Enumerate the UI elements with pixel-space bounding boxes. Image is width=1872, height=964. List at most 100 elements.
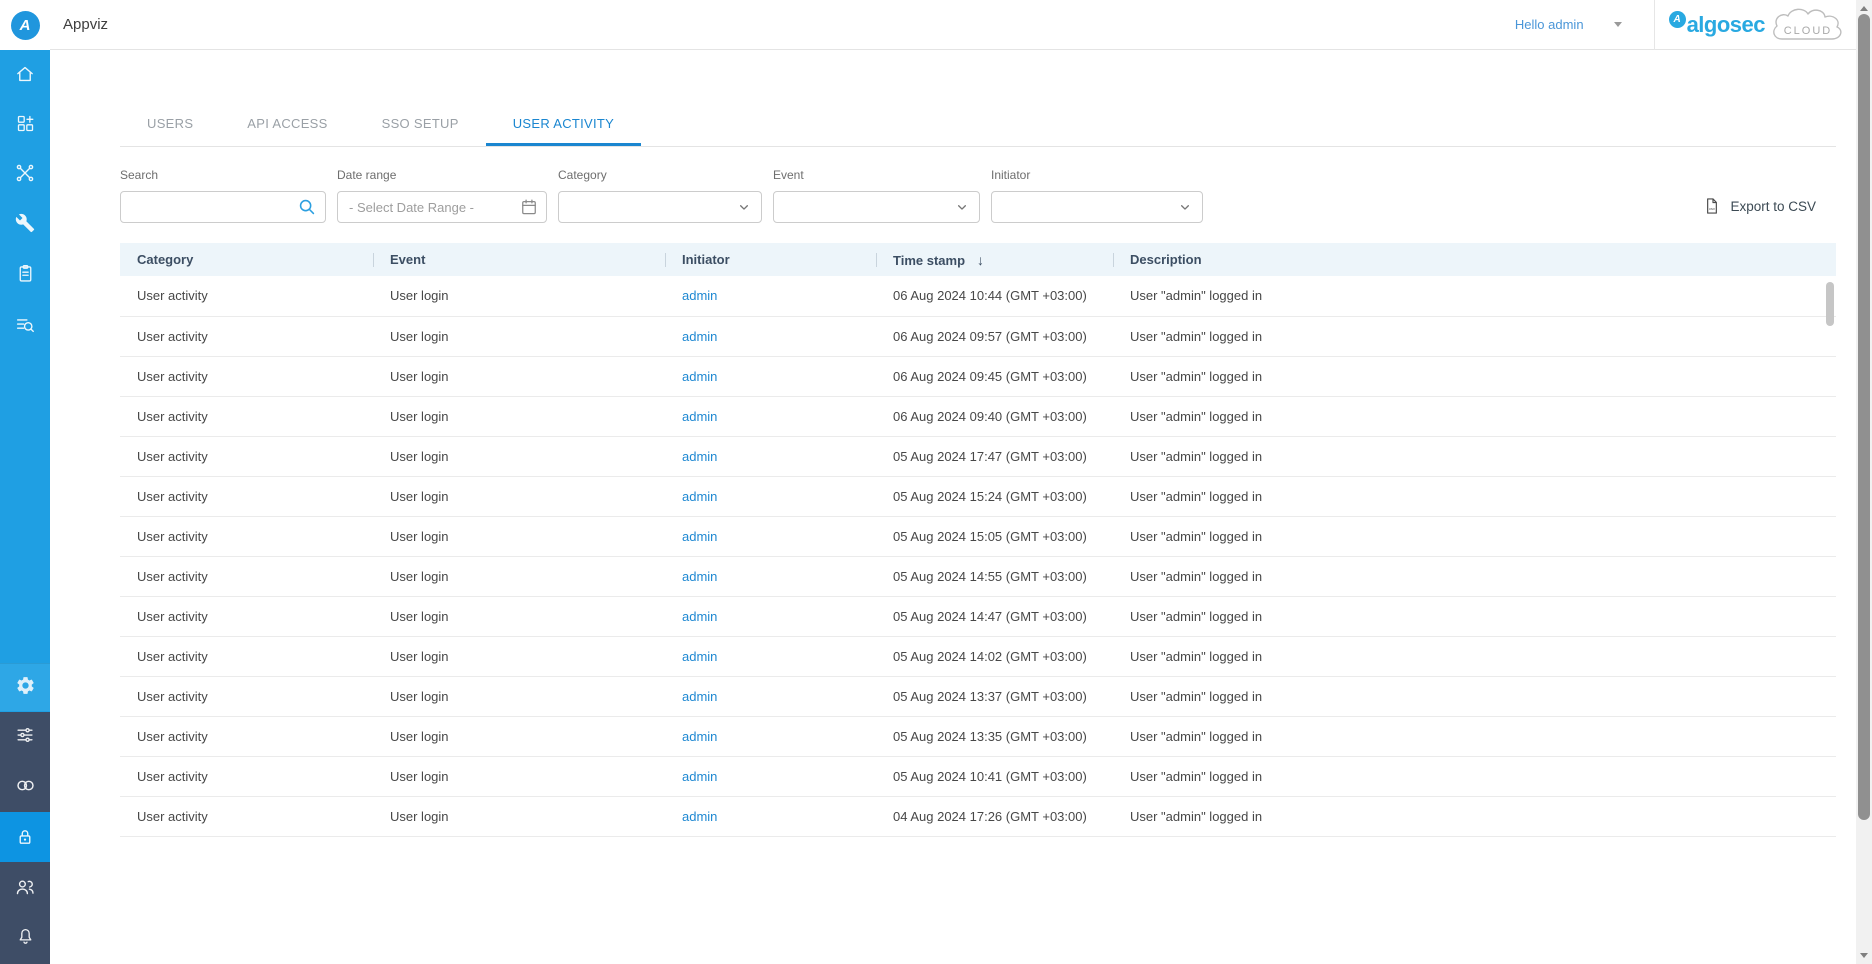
cell-category: User activity bbox=[120, 756, 373, 796]
initiator-link[interactable]: admin bbox=[682, 609, 717, 624]
initiator-link[interactable]: admin bbox=[682, 569, 717, 584]
sidebar-item-tools[interactable] bbox=[0, 199, 50, 247]
cell-timestamp: 05 Aug 2024 14:47 (GMT +03:00) bbox=[876, 596, 1113, 636]
table-row[interactable]: User activity User login admin 05 Aug 20… bbox=[120, 556, 1836, 596]
initiator-link[interactable]: admin bbox=[682, 529, 717, 544]
sidebar-item-integrations[interactable] bbox=[0, 761, 50, 809]
table-row[interactable]: User activity User login admin 05 Aug 20… bbox=[120, 476, 1836, 516]
sidebar-item-preferences[interactable] bbox=[0, 711, 50, 759]
table-row[interactable]: User activity User login admin 06 Aug 20… bbox=[120, 356, 1836, 396]
user-menu[interactable]: Hello admin bbox=[1515, 17, 1584, 32]
tab-users[interactable]: USERS bbox=[120, 105, 220, 146]
search-icon[interactable] bbox=[296, 196, 318, 223]
initiator-link[interactable]: admin bbox=[682, 449, 717, 464]
cell-description: User "admin" logged in bbox=[1113, 276, 1836, 316]
sliders-icon bbox=[14, 724, 36, 746]
cell-timestamp: 05 Aug 2024 17:47 (GMT +03:00) bbox=[876, 436, 1113, 476]
initiator-link[interactable]: admin bbox=[682, 489, 717, 504]
table-row[interactable]: User activity User login admin 05 Aug 20… bbox=[120, 636, 1836, 676]
cell-description: User "admin" logged in bbox=[1113, 596, 1836, 636]
initiator-label: Initiator bbox=[991, 168, 1203, 182]
cell-event: User login bbox=[373, 716, 665, 756]
scroll-up-icon[interactable] bbox=[1860, 6, 1868, 11]
initiator-link[interactable]: admin bbox=[682, 809, 717, 824]
cell-event: User login bbox=[373, 516, 665, 556]
main-content: USERS API ACCESS SSO SETUP USER ACTIVITY… bbox=[50, 50, 1856, 964]
tab-sso-setup[interactable]: SSO SETUP bbox=[355, 105, 486, 146]
app-window: A bbox=[0, 0, 1872, 964]
initiator-link[interactable]: admin bbox=[682, 288, 717, 303]
tab-user-activity[interactable]: USER ACTIVITY bbox=[486, 105, 641, 146]
cell-event: User login bbox=[373, 436, 665, 476]
initiator-link[interactable]: admin bbox=[682, 329, 717, 344]
cell-description: User "admin" logged in bbox=[1113, 516, 1836, 556]
cell-category: User activity bbox=[120, 276, 373, 316]
table-row[interactable]: User activity User login admin 06 Aug 20… bbox=[120, 316, 1836, 356]
table-row[interactable]: User activity User login admin 06 Aug 20… bbox=[120, 276, 1836, 316]
activity-table-body: User activity User login admin 06 Aug 20… bbox=[120, 276, 1836, 836]
cell-timestamp: 05 Aug 2024 14:02 (GMT +03:00) bbox=[876, 636, 1113, 676]
sidebar-item-security[interactable] bbox=[0, 813, 50, 861]
cell-timestamp: 06 Aug 2024 10:44 (GMT +03:00) bbox=[876, 276, 1113, 316]
window-scrollbar-thumb[interactable] bbox=[1858, 14, 1870, 820]
initiator-link[interactable]: admin bbox=[682, 369, 717, 384]
tab-bar: USERS API ACCESS SSO SETUP USER ACTIVITY bbox=[120, 105, 1836, 147]
apps-icon bbox=[15, 113, 36, 134]
network-map-icon bbox=[14, 162, 36, 184]
sidebar-item-apps[interactable] bbox=[0, 99, 50, 147]
page-title: Appviz bbox=[50, 16, 108, 33]
date-range-label: Date range bbox=[337, 168, 547, 182]
category-label: Category bbox=[558, 168, 762, 182]
cell-timestamp: 06 Aug 2024 09:57 (GMT +03:00) bbox=[876, 316, 1113, 356]
event-select[interactable] bbox=[773, 191, 980, 223]
col-header-initiator[interactable]: Initiator bbox=[665, 243, 876, 276]
sidebar-item-network-map[interactable] bbox=[0, 149, 50, 197]
cell-timestamp: 04 Aug 2024 17:26 (GMT +03:00) bbox=[876, 796, 1113, 836]
svg-text:csv: csv bbox=[1710, 207, 1716, 211]
sidebar-item-reports[interactable] bbox=[0, 249, 50, 297]
cell-event: User login bbox=[373, 676, 665, 716]
initiator-link[interactable]: admin bbox=[682, 409, 717, 424]
cell-timestamp: 05 Aug 2024 13:35 (GMT +03:00) bbox=[876, 716, 1113, 756]
cell-category: User activity bbox=[120, 796, 373, 836]
table-row[interactable]: User activity User login admin 05 Aug 20… bbox=[120, 596, 1836, 636]
user-menu-caret-icon[interactable] bbox=[1614, 22, 1622, 27]
sidebar-item-users[interactable] bbox=[0, 863, 50, 911]
initiator-link[interactable]: admin bbox=[682, 689, 717, 704]
initiator-link[interactable]: admin bbox=[682, 769, 717, 784]
chevron-down-icon bbox=[734, 197, 754, 222]
date-range-input[interactable] bbox=[337, 191, 547, 223]
col-header-event[interactable]: Event bbox=[373, 243, 665, 276]
scroll-down-icon[interactable] bbox=[1860, 953, 1868, 958]
table-row[interactable]: User activity User login admin 06 Aug 20… bbox=[120, 396, 1836, 436]
table-scrollbar-thumb[interactable] bbox=[1826, 282, 1834, 326]
sidebar-item-home[interactable] bbox=[0, 50, 50, 98]
cell-timestamp: 05 Aug 2024 15:05 (GMT +03:00) bbox=[876, 516, 1113, 556]
app-logo[interactable]: A bbox=[0, 0, 50, 50]
tab-api-access[interactable]: API ACCESS bbox=[220, 105, 354, 146]
sort-desc-icon[interactable]: ↓ bbox=[977, 252, 984, 268]
sidebar-item-notifications[interactable] bbox=[0, 911, 50, 959]
col-header-timestamp[interactable]: Time stamp↓ bbox=[876, 243, 1113, 276]
brand-name: algosec bbox=[1687, 12, 1765, 38]
sidebar-item-settings[interactable] bbox=[0, 661, 50, 709]
initiator-select[interactable] bbox=[991, 191, 1203, 223]
cell-category: User activity bbox=[120, 436, 373, 476]
table-row[interactable]: User activity User login admin 05 Aug 20… bbox=[120, 676, 1836, 716]
table-row[interactable]: User activity User login admin 05 Aug 20… bbox=[120, 716, 1836, 756]
cell-category: User activity bbox=[120, 396, 373, 436]
export-csv-button[interactable]: csv Export to CSV bbox=[1702, 196, 1816, 216]
table-row[interactable]: User activity User login admin 04 Aug 20… bbox=[120, 796, 1836, 836]
cell-description: User "admin" logged in bbox=[1113, 556, 1836, 596]
initiator-link[interactable]: admin bbox=[682, 649, 717, 664]
table-row[interactable]: User activity User login admin 05 Aug 20… bbox=[120, 756, 1836, 796]
initiator-link[interactable]: admin bbox=[682, 729, 717, 744]
col-header-description[interactable]: Description bbox=[1113, 243, 1836, 276]
table-row[interactable]: User activity User login admin 05 Aug 20… bbox=[120, 516, 1836, 556]
sidebar-item-audit-search[interactable] bbox=[0, 301, 50, 349]
category-select[interactable] bbox=[558, 191, 762, 223]
calendar-icon[interactable] bbox=[519, 197, 539, 222]
table-row[interactable]: User activity User login admin 05 Aug 20… bbox=[120, 436, 1836, 476]
window-scrollbar[interactable] bbox=[1856, 0, 1872, 964]
col-header-category[interactable]: Category bbox=[120, 243, 373, 276]
